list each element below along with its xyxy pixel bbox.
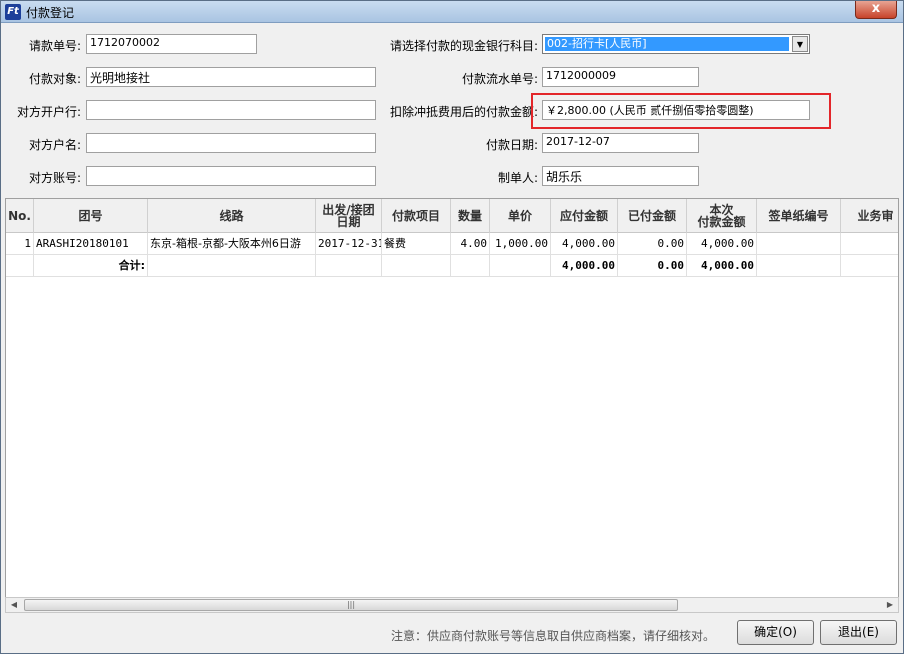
window-title: 付款登记: [26, 6, 75, 20]
cell-price: 1,000.00: [490, 233, 551, 255]
scroll-right-icon[interactable]: ▶: [883, 599, 897, 611]
table-row[interactable]: 1 ARASHI20180101 东京-箱根-京都-大阪本州6日游 2017-1…: [6, 233, 898, 255]
payment-register-window: Ft 付款登记 x 请款单号: 1712070002 请选择付款的现金银行科目:…: [0, 0, 904, 654]
amount-highlight-box: [531, 93, 831, 129]
cell-date: 2017-12-31: [316, 233, 382, 255]
total-row: 合计: 4,000.00 0.00 4,000.00: [6, 255, 898, 277]
serial-label: 付款流水单号:: [461, 72, 538, 86]
cell-this-pay: 4,000.00: [687, 233, 757, 255]
header-no[interactable]: No.: [6, 199, 34, 233]
header-group[interactable]: 团号: [34, 199, 148, 233]
creator-label: 制单人:: [497, 171, 538, 185]
total-cell-date: [316, 255, 382, 277]
request-no-label: 请款单号:: [28, 39, 81, 53]
bank-select[interactable]: 002-招行卡[人民币] ▼: [542, 34, 810, 54]
chevron-down-icon[interactable]: ▼: [792, 36, 808, 52]
cell-payable: 4,000.00: [551, 233, 618, 255]
total-cell-price: [490, 255, 551, 277]
ft-logo-icon: Ft: [5, 4, 21, 20]
payment-form: 请款单号: 1712070002 请选择付款的现金银行科目: 002-招行卡[人…: [1, 25, 903, 197]
footer-note: 注意：供应商付款账号等信息取自供应商档案，请仔细核对。: [391, 629, 716, 643]
total-cell-route: [148, 255, 316, 277]
payee-label: 付款对象:: [28, 72, 81, 86]
payee-field[interactable]: 光明地接社: [86, 67, 376, 87]
net-amount-label: 扣除冲抵费用后的付款金额:: [389, 105, 538, 119]
total-cell-slip: [757, 255, 841, 277]
bank-account-label: 对方开户行:: [16, 105, 81, 119]
header-paid[interactable]: 已付金额: [618, 199, 687, 233]
header-route[interactable]: 线路: [148, 199, 316, 233]
total-this-pay: 4,000.00: [687, 255, 757, 277]
header-item[interactable]: 付款项目: [382, 199, 451, 233]
total-cell-no: [6, 255, 34, 277]
bank-select-value: 002-招行卡[人民币]: [545, 37, 789, 51]
creator-field[interactable]: 胡乐乐: [542, 166, 699, 186]
title-bar[interactable]: Ft 付款登记 x: [1, 1, 903, 23]
account-name-label: 对方户名:: [28, 138, 81, 152]
header-price[interactable]: 单价: [490, 199, 551, 233]
cell-group: ARASHI20180101: [34, 233, 148, 255]
table-header: No. 团号 线路 出发/接团 日期 付款项目 数量 单价 应付金额 已付金额 …: [6, 199, 898, 233]
header-this-pay[interactable]: 本次 付款金额: [687, 199, 757, 233]
total-cell-qty: [451, 255, 490, 277]
cell-item: 餐费: [382, 233, 451, 255]
scrollbar-thumb[interactable]: |||: [24, 599, 678, 611]
cell-route: 东京-箱根-京都-大阪本州6日游: [148, 233, 316, 255]
header-qty[interactable]: 数量: [451, 199, 490, 233]
total-paid: 0.00: [618, 255, 687, 277]
header-payable[interactable]: 应付金额: [551, 199, 618, 233]
pay-date-label: 付款日期:: [485, 138, 538, 152]
account-name-field[interactable]: [86, 133, 376, 153]
header-slip[interactable]: 签单纸编号: [757, 199, 841, 233]
cell-qty: 4.00: [451, 233, 490, 255]
account-no-label: 对方账号:: [28, 171, 81, 185]
cell-slip: [757, 233, 841, 255]
serial-field[interactable]: 1712000009: [542, 67, 699, 87]
total-label: 合计:: [34, 255, 148, 277]
total-payable: 4,000.00: [551, 255, 618, 277]
request-no-field[interactable]: 1712070002: [86, 34, 257, 54]
bank-account-field[interactable]: [86, 100, 376, 120]
header-audit[interactable]: 业务审: [841, 199, 898, 233]
exit-button[interactable]: 退出(E): [820, 620, 897, 645]
header-date[interactable]: 出发/接团 日期: [316, 199, 382, 233]
cell-paid: 0.00: [618, 233, 687, 255]
horizontal-scrollbar[interactable]: ◀ ||| ▶: [5, 597, 899, 613]
bank-label: 请选择付款的现金银行科目:: [389, 39, 538, 53]
scroll-left-icon[interactable]: ◀: [7, 599, 21, 611]
account-no-field[interactable]: [86, 166, 376, 186]
close-button[interactable]: x: [855, 1, 897, 19]
pay-date-field[interactable]: 2017-12-07: [542, 133, 699, 153]
payment-items-table: No. 团号 线路 出发/接团 日期 付款项目 数量 单价 应付金额 已付金额 …: [5, 198, 899, 613]
cell-audit: [841, 233, 898, 255]
total-cell-audit: [841, 255, 898, 277]
ok-button[interactable]: 确定(O): [737, 620, 814, 645]
cell-no: 1: [6, 233, 34, 255]
total-cell-item: [382, 255, 451, 277]
